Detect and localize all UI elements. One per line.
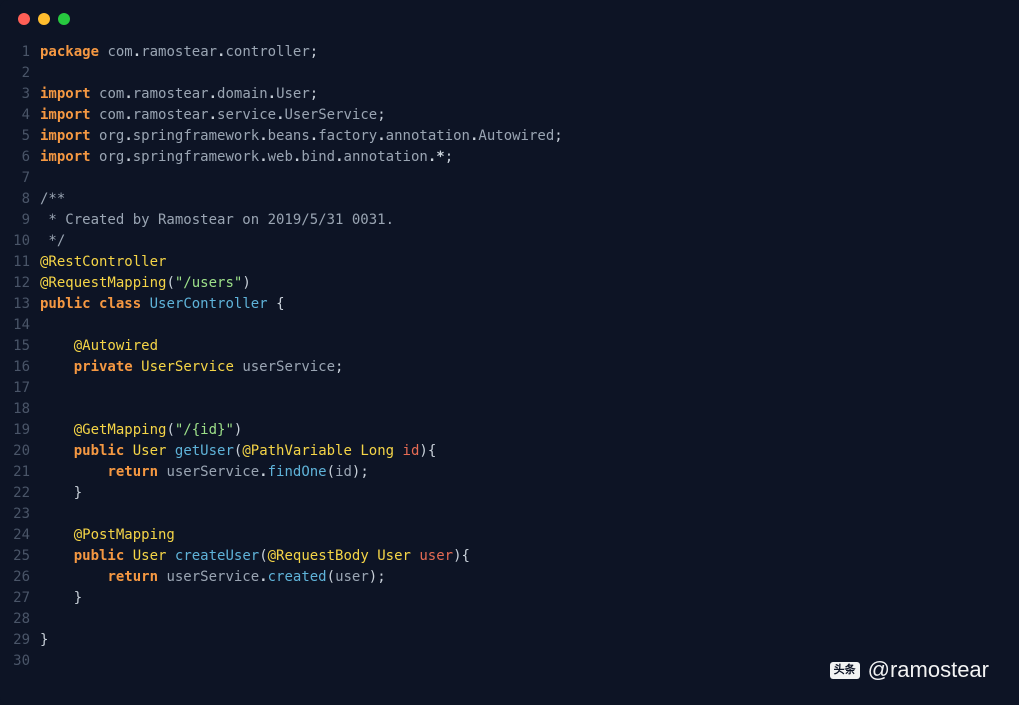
code-line[interactable]: 17	[0, 378, 1019, 399]
code-line[interactable]: 10 */	[0, 231, 1019, 252]
code-line[interactable]: 14	[0, 315, 1019, 336]
code-line[interactable]: 18	[0, 399, 1019, 420]
line-number: 22	[0, 483, 40, 504]
code-line[interactable]: 15 @Autowired	[0, 336, 1019, 357]
line-number: 18	[0, 399, 40, 420]
watermark-handle: @ramostear	[868, 657, 989, 683]
line-number: 2	[0, 63, 40, 84]
code-content[interactable]	[40, 168, 1019, 189]
code-content[interactable]: * Created by Ramostear on 2019/5/31 0031…	[40, 210, 1019, 231]
code-line[interactable]: 16 private UserService userService;	[0, 357, 1019, 378]
code-content[interactable]: public User createUser(@RequestBody User…	[40, 546, 1019, 567]
code-content[interactable]	[40, 609, 1019, 630]
code-content[interactable]: @GetMapping("/{id}")	[40, 420, 1019, 441]
line-number: 16	[0, 357, 40, 378]
code-line[interactable]: 28	[0, 609, 1019, 630]
code-content[interactable]: public class UserController {	[40, 294, 1019, 315]
line-number: 3	[0, 84, 40, 105]
line-number: 23	[0, 504, 40, 525]
editor-window: 1package com.ramostear.controller;2 3imp…	[0, 0, 1019, 705]
code-line[interactable]: 4import com.ramostear.service.UserServic…	[0, 105, 1019, 126]
code-line[interactable]: 2	[0, 63, 1019, 84]
line-number: 30	[0, 651, 40, 672]
code-content[interactable]: import com.ramostear.domain.User;	[40, 84, 1019, 105]
code-editor[interactable]: 1package com.ramostear.controller;2 3imp…	[0, 38, 1019, 672]
code-line[interactable]: 12@RequestMapping("/users")	[0, 273, 1019, 294]
line-number: 11	[0, 252, 40, 273]
code-content[interactable]: return userService.findOne(id);	[40, 462, 1019, 483]
code-content[interactable]: @PostMapping	[40, 525, 1019, 546]
line-number: 12	[0, 273, 40, 294]
line-number: 5	[0, 126, 40, 147]
minimize-icon[interactable]	[38, 13, 50, 25]
code-line[interactable]: 20 public User getUser(@PathVariable Lon…	[0, 441, 1019, 462]
code-content[interactable]: }	[40, 630, 1019, 651]
code-content[interactable]: @Autowired	[40, 336, 1019, 357]
window-titlebar	[0, 0, 1019, 38]
code-line[interactable]: 22 }	[0, 483, 1019, 504]
close-icon[interactable]	[18, 13, 30, 25]
code-line[interactable]: 13public class UserController {	[0, 294, 1019, 315]
code-line[interactable]: 7	[0, 168, 1019, 189]
watermark-badge: 头条	[830, 662, 860, 679]
code-line[interactable]: 19 @GetMapping("/{id}")	[0, 420, 1019, 441]
code-content[interactable]: @RestController	[40, 252, 1019, 273]
code-content[interactable]: @RequestMapping("/users")	[40, 273, 1019, 294]
line-number: 7	[0, 168, 40, 189]
code-line[interactable]: 5import org.springframework.beans.factor…	[0, 126, 1019, 147]
code-line[interactable]: 24 @PostMapping	[0, 525, 1019, 546]
code-line[interactable]: 3import com.ramostear.domain.User;	[0, 84, 1019, 105]
line-number: 24	[0, 525, 40, 546]
line-number: 6	[0, 147, 40, 168]
line-number: 25	[0, 546, 40, 567]
code-content[interactable]	[40, 504, 1019, 525]
maximize-icon[interactable]	[58, 13, 70, 25]
line-number: 15	[0, 336, 40, 357]
code-content[interactable]: /**	[40, 189, 1019, 210]
line-number: 9	[0, 210, 40, 231]
code-content[interactable]	[40, 315, 1019, 336]
line-number: 14	[0, 315, 40, 336]
code-content[interactable]	[40, 399, 1019, 420]
line-number: 26	[0, 567, 40, 588]
line-number: 29	[0, 630, 40, 651]
line-number: 10	[0, 231, 40, 252]
line-number: 27	[0, 588, 40, 609]
code-content[interactable]: }	[40, 588, 1019, 609]
line-number: 1	[0, 42, 40, 63]
code-content[interactable]	[40, 63, 1019, 84]
code-line[interactable]: 21 return userService.findOne(id);	[0, 462, 1019, 483]
line-number: 21	[0, 462, 40, 483]
line-number: 8	[0, 189, 40, 210]
code-content[interactable]: import org.springframework.beans.factory…	[40, 126, 1019, 147]
line-number: 17	[0, 378, 40, 399]
code-line[interactable]: 25 public User createUser(@RequestBody U…	[0, 546, 1019, 567]
code-content[interactable]	[40, 378, 1019, 399]
code-content[interactable]: import org.springframework.web.bind.anno…	[40, 147, 1019, 168]
code-line[interactable]: 29}	[0, 630, 1019, 651]
code-content[interactable]: */	[40, 231, 1019, 252]
code-line[interactable]: 23	[0, 504, 1019, 525]
code-content[interactable]: public User getUser(@PathVariable Long i…	[40, 441, 1019, 462]
code-content[interactable]: return userService.created(user);	[40, 567, 1019, 588]
code-line[interactable]: 6import org.springframework.web.bind.ann…	[0, 147, 1019, 168]
code-line[interactable]: 26 return userService.created(user);	[0, 567, 1019, 588]
code-content[interactable]: private UserService userService;	[40, 357, 1019, 378]
watermark: 头条 @ramostear	[830, 657, 989, 683]
line-number: 19	[0, 420, 40, 441]
code-line[interactable]: 27 }	[0, 588, 1019, 609]
code-content[interactable]: }	[40, 483, 1019, 504]
code-line[interactable]: 8/**	[0, 189, 1019, 210]
code-line[interactable]: 1package com.ramostear.controller;	[0, 42, 1019, 63]
code-content[interactable]: package com.ramostear.controller;	[40, 42, 1019, 63]
line-number: 20	[0, 441, 40, 462]
line-number: 4	[0, 105, 40, 126]
code-content[interactable]: import com.ramostear.service.UserService…	[40, 105, 1019, 126]
line-number: 13	[0, 294, 40, 315]
code-line[interactable]: 9 * Created by Ramostear on 2019/5/31 00…	[0, 210, 1019, 231]
line-number: 28	[0, 609, 40, 630]
code-line[interactable]: 11@RestController	[0, 252, 1019, 273]
